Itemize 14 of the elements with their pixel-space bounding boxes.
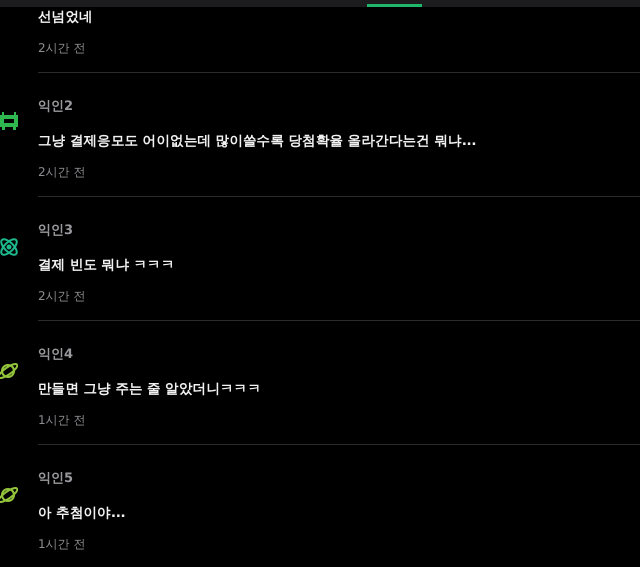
comment-text: 선넘었네 xyxy=(38,8,94,27)
comment-text: 아 추첨이야... xyxy=(38,504,126,523)
comment-time: 2시간 전 xyxy=(38,164,86,181)
comment-time: 2시간 전 xyxy=(38,40,86,57)
author-name: 익인4 xyxy=(38,346,74,364)
author-name: 익인3 xyxy=(38,222,74,240)
comment-text: 만들면 그냥 주는 줄 알았더니ㅋㅋㅋ xyxy=(38,380,262,399)
comment-time: 2시간 전 xyxy=(38,288,86,305)
comment-time: 1시간 전 xyxy=(38,536,86,553)
author-name: 익인5 xyxy=(38,470,74,488)
comment-time: 1시간 전 xyxy=(38,412,86,429)
comment-text: 결제 빈도 뭐냐 ㅋㅋㅋ xyxy=(38,256,176,275)
comment-text: 그냥 결제응모도 어이없는데 많이쓸수록 당첨확율 올라간다는건 뭐냐... xyxy=(38,132,478,151)
author-name: 익인2 xyxy=(38,98,74,116)
